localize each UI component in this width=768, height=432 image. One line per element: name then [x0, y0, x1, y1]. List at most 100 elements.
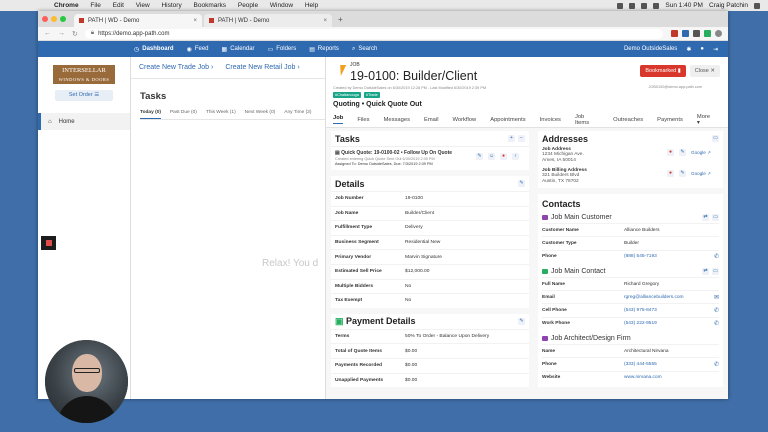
tab-payments[interactable]: Payments: [657, 117, 683, 123]
nav-calendar[interactable]: ▦ Calendar: [222, 46, 255, 53]
search-icon[interactable]: [754, 2, 760, 9]
email-link[interactable]: rgreg@alliancebuilders.com: [624, 295, 684, 300]
menu-window[interactable]: Window: [270, 2, 293, 9]
menu-app-chrome[interactable]: Chrome: [54, 2, 79, 9]
menu-history[interactable]: History: [161, 2, 181, 9]
battery-icon[interactable]: [653, 2, 660, 9]
phone-link[interactable]: (543) 975-8473: [624, 308, 657, 313]
menubar-user[interactable]: Craig Patchin: [709, 2, 748, 9]
close-button[interactable]: Close ✕: [689, 65, 720, 77]
profile-avatar[interactable]: [715, 30, 722, 37]
card-view-icon[interactable]: ▭: [712, 267, 719, 275]
browser-tab[interactable]: PATH | WD - Demo ×: [74, 14, 202, 27]
tab-next-week[interactable]: Next Week (0): [245, 110, 276, 119]
tab-appointments[interactable]: Appointments: [490, 117, 525, 123]
phone-link[interactable]: (543) 222-9519: [624, 321, 657, 326]
google-maps-link[interactable]: Google ↗: [691, 171, 711, 177]
phone-icon[interactable]: ✆: [714, 361, 719, 368]
swap-icon[interactable]: ⇄: [702, 267, 709, 275]
tag-badge[interactable]: #Chattanooga: [333, 92, 361, 98]
new-tab-button[interactable]: +: [338, 15, 343, 24]
wifi-icon[interactable]: [641, 2, 648, 9]
create-retail-job-button[interactable]: Create New Retail Job ›: [225, 64, 299, 71]
menu-view[interactable]: View: [136, 2, 150, 9]
tab-outreaches[interactable]: Outreaches: [613, 117, 643, 123]
mail-icon[interactable]: ✉: [714, 294, 719, 301]
edit-icon[interactable]: ✎: [679, 170, 687, 177]
tab-today[interactable]: Today (0): [140, 110, 161, 119]
tab-job-items[interactable]: Job Items: [575, 114, 599, 126]
menu-help[interactable]: Help: [305, 2, 318, 9]
menu-edit[interactable]: Edit: [113, 2, 124, 9]
user-icon[interactable]: ☺: [488, 153, 495, 160]
extension-icon[interactable]: [682, 30, 689, 37]
edit-icon[interactable]: ✎: [679, 149, 687, 156]
nav-folders[interactable]: ▭ Folders: [268, 46, 297, 53]
account-name[interactable]: Demo OutsideSales: [624, 46, 677, 52]
tab-files[interactable]: Files: [357, 117, 369, 123]
phone-icon[interactable]: ✆: [714, 307, 719, 314]
tab-email[interactable]: Email: [424, 117, 439, 123]
delete-icon[interactable]: ●: [500, 153, 507, 160]
record-widget[interactable]: [41, 236, 56, 250]
task-item[interactable]: ▤ Quick Quote: 19-0100-02 • Follow Up On…: [331, 146, 529, 170]
status-icon[interactable]: [629, 2, 636, 9]
menu-people[interactable]: People: [238, 2, 258, 9]
extension-icon[interactable]: [693, 30, 700, 37]
job-email[interactable]: JOB0100@demo.app-path.com: [649, 85, 702, 89]
tab-workflow[interactable]: Workflow: [452, 117, 476, 123]
nav-reports[interactable]: ▤ Reports: [309, 46, 339, 53]
tab-more[interactable]: More ▾: [697, 114, 714, 126]
close-tab-icon[interactable]: ×: [323, 18, 327, 24]
delete-icon[interactable]: ●: [667, 149, 675, 156]
card-view-icon[interactable]: ▭: [712, 214, 719, 221]
tab-invoices[interactable]: Invoices: [540, 117, 561, 123]
menu-bookmarks[interactable]: Bookmarks: [194, 2, 227, 9]
sidebar-item-home[interactable]: ⌂ Home: [38, 113, 130, 130]
reload-icon[interactable]: ↻: [72, 30, 78, 38]
tab-any-time[interactable]: Any Time (3): [284, 110, 311, 119]
set-order-button[interactable]: Set Order ☰: [55, 90, 113, 101]
edit-icon[interactable]: ✎: [476, 153, 483, 160]
tab-past-due[interactable]: Past Due (0): [170, 110, 197, 119]
create-trade-job-button[interactable]: Create New Trade Job ›: [139, 64, 213, 71]
status-icon[interactable]: [617, 2, 624, 9]
back-icon[interactable]: ←: [44, 30, 51, 37]
tab-messages[interactable]: Messages: [384, 117, 410, 123]
nav-feed[interactable]: ◉ Feed: [187, 46, 209, 53]
maximize-window-icon[interactable]: [60, 16, 66, 22]
extension-icon[interactable]: [671, 30, 678, 37]
phone-icon[interactable]: ✆: [714, 320, 719, 327]
delete-icon[interactable]: ●: [667, 170, 675, 177]
nav-dashboard[interactable]: ◷ Dashboard: [134, 46, 174, 53]
phone-link[interactable]: (333) 444-5555: [624, 362, 657, 367]
menu-file[interactable]: File: [90, 2, 100, 9]
forward-icon[interactable]: →: [58, 30, 65, 37]
phone-link[interactable]: (888) 545-7193: [624, 254, 657, 259]
nav-search[interactable]: ⌕ Search: [352, 46, 377, 53]
website-link[interactable]: www.nirvana.com: [624, 375, 662, 380]
minimize-window-icon[interactable]: [51, 16, 57, 22]
collapse-icon[interactable]: −: [518, 135, 525, 142]
browser-tab[interactable]: PATH | WD - Demo ×: [204, 14, 332, 27]
extension-icon[interactable]: [704, 30, 711, 37]
tab-job[interactable]: Job: [333, 115, 344, 124]
google-maps-link[interactable]: Google ↗: [691, 150, 711, 156]
chevron-right-icon[interactable]: ›: [512, 153, 519, 160]
add-icon[interactable]: +: [508, 135, 515, 142]
close-window-icon[interactable]: [42, 16, 48, 22]
tab-this-week[interactable]: This Week (1): [206, 110, 236, 119]
swap-icon[interactable]: ⇄: [702, 214, 709, 221]
edit-icon[interactable]: ✎: [518, 317, 525, 325]
tag-badge[interactable]: #Trade: [363, 92, 380, 98]
gear-icon[interactable]: ✱: [686, 46, 691, 53]
bookmarked-button[interactable]: Bookmarked ▮: [640, 65, 686, 77]
logout-icon[interactable]: ⇥: [713, 46, 718, 53]
close-tab-icon[interactable]: ×: [193, 18, 197, 24]
chat-icon[interactable]: ●: [700, 46, 704, 52]
phone-icon[interactable]: ✆: [714, 253, 719, 260]
address-bar[interactable]: 🔒︎ https://demo.app-path.com: [84, 28, 663, 39]
menubar-clock[interactable]: Sun 1:40 PM: [665, 2, 703, 9]
edit-icon[interactable]: ✎: [518, 180, 525, 187]
card-view-icon[interactable]: ▭: [712, 135, 719, 142]
